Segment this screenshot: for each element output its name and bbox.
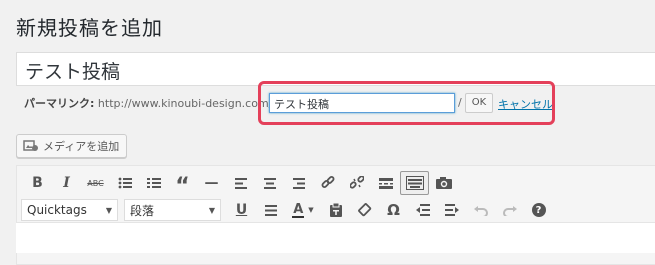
permalink-base-url: http://www.kinoubi-design.com/ [97, 97, 273, 110]
indent-icon[interactable] [437, 198, 466, 222]
hr-glyph: — [204, 175, 219, 191]
align-right-icon[interactable] [284, 171, 313, 195]
unlink-icon[interactable] [342, 171, 371, 195]
undo-icon[interactable] [466, 198, 495, 222]
help-icon[interactable]: ? [524, 198, 553, 222]
strike-glyph: ABC [87, 178, 104, 188]
help-glyph: ? [531, 203, 546, 217]
camera-icon[interactable] [429, 171, 458, 195]
omega-glyph: Ω [387, 201, 400, 219]
special-character-icon[interactable]: Ω [379, 198, 408, 222]
outdent-icon[interactable] [408, 198, 437, 222]
toolbar-row-2: Quicktags ▼ 段落 ▼ U A ▼ Ω ? [21, 197, 553, 223]
quote-glyph: “ [175, 174, 190, 199]
underline-glyph: U [235, 202, 248, 218]
clear-format-icon[interactable] [350, 198, 379, 222]
paste-text-icon[interactable] [321, 198, 350, 222]
add-media-label: メディアを追加 [43, 140, 120, 153]
quicktags-select[interactable]: Quicktags ▼ [21, 199, 118, 221]
align-left-icon[interactable] [226, 171, 255, 195]
chevron-down-icon: ▼ [208, 205, 215, 215]
redo-icon[interactable] [495, 198, 524, 222]
italic-glyph: I [63, 175, 70, 191]
permalink-label: パーマリンク: [24, 97, 95, 110]
text-color-glyph: A [293, 201, 304, 217]
underline-icon[interactable]: U [227, 198, 256, 222]
read-more-icon[interactable] [371, 171, 400, 195]
paragraph-select-value: 段落 [130, 203, 155, 218]
blockquote-icon[interactable]: “ [168, 171, 197, 199]
quicktags-select-value: Quicktags [27, 203, 87, 217]
paragraph-select[interactable]: 段落 ▼ [124, 199, 221, 221]
align-center-icon[interactable] [255, 171, 284, 195]
bold-glyph: B [32, 175, 43, 191]
permalink-row: パーマリンク: http://www.kinoubi-design.com/ [24, 95, 272, 111]
editor-content-area[interactable] [16, 222, 655, 253]
chevron-down-icon: ▼ [308, 206, 314, 214]
italic-icon[interactable]: I [52, 171, 81, 195]
page-title: 新規投稿を追加 [16, 16, 163, 40]
strikethrough-icon[interactable]: ABC [81, 171, 110, 195]
media-icon [23, 139, 39, 153]
justify-icon[interactable] [256, 198, 285, 222]
bullet-list-icon[interactable] [110, 171, 139, 195]
toolbar-row-1: B I ABC “ — [23, 170, 458, 199]
toolbar-toggle-icon[interactable] [400, 171, 429, 195]
link-icon[interactable] [313, 171, 342, 195]
bold-icon[interactable]: B [23, 171, 52, 195]
horizontal-rule-icon[interactable]: — [197, 171, 226, 195]
highlight-box [258, 81, 555, 125]
chevron-down-icon: ▼ [105, 205, 112, 215]
add-media-button[interactable]: メディアを追加 [16, 134, 128, 158]
numbered-list-icon[interactable] [139, 171, 168, 195]
text-color-icon[interactable]: A ▼ [285, 198, 321, 222]
